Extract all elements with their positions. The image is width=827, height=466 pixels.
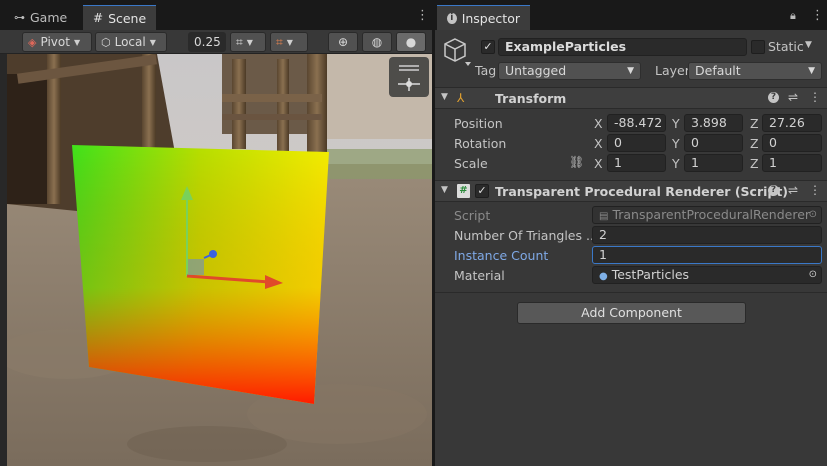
add-component-button[interactable]: Add Component <box>517 302 746 324</box>
chevron-down-icon: ▼ <box>286 37 293 47</box>
script-component-header[interactable]: ▼ # ✓ Transparent Procedural Renderer (S… <box>435 180 827 202</box>
more-menu-icon[interactable]: ⋮ <box>416 8 429 23</box>
axis-z-label[interactable]: Z <box>750 116 759 131</box>
rotation-x-field[interactable]: 0 <box>607 134 666 152</box>
lock-icon[interactable]: 🔒︎ <box>790 9 796 23</box>
presets-icon[interactable]: ⇌ <box>788 90 798 104</box>
inspector-panel: i Inspector 🔒︎ ⋮ ✓ ExampleParticles Stat… <box>435 0 827 466</box>
gameobject-icon <box>443 36 471 68</box>
increment-snap-icon: ⌗ <box>276 34 283 49</box>
divider <box>435 292 827 293</box>
scale-y-field[interactable]: 1 <box>684 154 743 172</box>
grid-snap-button[interactable]: ⌗ ▼ <box>230 32 266 52</box>
scene-tab-bar: ⊶ Game # Scene ⋮ <box>0 0 432 30</box>
tag-label: Tag <box>475 63 497 78</box>
shaded-wire-button[interactable]: ◍ <box>362 32 392 52</box>
scale-label: Scale <box>454 156 488 171</box>
tab-inspector[interactable]: i Inspector <box>437 5 530 30</box>
chevron-down-icon: ▼ <box>246 37 253 47</box>
tag-dropdown[interactable]: Untagged ▼ <box>498 62 641 80</box>
position-x-field[interactable]: -88.472 <box>607 114 666 132</box>
instance-count-field[interactable]: 1 <box>592 246 822 264</box>
chevron-down-icon: ▼ <box>73 37 81 47</box>
rotation-y-field[interactable]: 0 <box>684 134 743 152</box>
tab-scene[interactable]: # Scene <box>83 5 157 30</box>
position-z-field[interactable]: 27.26 <box>762 114 822 132</box>
link-icon[interactable]: ⛓︎ <box>569 155 584 169</box>
position-y-field[interactable]: 3.898 <box>684 114 743 132</box>
script-file-icon: ▤ <box>599 211 609 222</box>
info-icon: i <box>447 12 457 24</box>
scene-render <box>7 54 432 466</box>
script-label: Script <box>454 208 491 223</box>
transform-header[interactable]: ▼ ⅄ Transform ? ⇌ ⋮ <box>435 87 827 109</box>
shaded-sphere-icon: ● <box>405 35 417 49</box>
axis-x-label[interactable]: X <box>594 156 603 171</box>
more-menu-icon[interactable]: ⋮ <box>809 90 821 104</box>
snap-value-field[interactable]: 0.25 <box>188 32 226 52</box>
shaded-button[interactable]: ● <box>396 32 426 52</box>
presets-icon[interactable]: ⇌ <box>788 183 798 197</box>
wireframe-button[interactable]: ⊕ <box>328 32 358 52</box>
scale-x-field[interactable]: 1 <box>607 154 666 172</box>
scale-z-field[interactable]: 1 <box>762 154 822 172</box>
active-checkbox[interactable]: ✓ <box>481 40 495 54</box>
chevron-down-icon: ▼ <box>149 37 156 47</box>
script-icon: # <box>457 184 470 198</box>
increment-snap-button[interactable]: ⌗ ▼ <box>270 32 308 52</box>
grid-icon: # <box>93 11 104 25</box>
more-menu-icon[interactable]: ⋮ <box>811 8 824 23</box>
grid-snap-icon: ⌗ <box>236 34 243 49</box>
position-label: Position <box>454 116 503 131</box>
scene-viewport[interactable] <box>7 54 432 466</box>
inspector-tab-bar: i Inspector 🔒︎ ⋮ <box>435 0 827 30</box>
axis-x-label[interactable]: X <box>594 136 603 151</box>
material-label: Material <box>454 268 505 283</box>
panel-splitter[interactable] <box>432 0 435 466</box>
pivot-icon: ◈ <box>28 35 37 49</box>
material-field[interactable]: ● TestParticles ⊙ <box>592 266 822 284</box>
foldout-arrow-icon[interactable]: ▼ <box>441 92 448 102</box>
axis-y-label[interactable]: Y <box>672 156 680 171</box>
pivot-dropdown[interactable]: ◈ Pivot ▼ <box>22 32 92 52</box>
material-sphere-icon: ● <box>599 271 608 282</box>
triangles-label: Number Of Triangles ... <box>454 228 598 243</box>
triangles-field[interactable]: 2 <box>592 226 822 244</box>
axis-z-label[interactable]: Z <box>750 156 759 171</box>
local-dropdown[interactable]: ⬡ Local ▼ <box>95 32 167 52</box>
transform-icon: ⅄ <box>457 91 465 105</box>
foldout-arrow-icon[interactable]: ▼ <box>441 185 448 195</box>
rotation-z-field[interactable]: 0 <box>762 134 822 152</box>
axis-x-label[interactable]: X <box>594 116 603 131</box>
axis-z-label[interactable]: Z <box>750 136 759 151</box>
layer-dropdown[interactable]: Default ▼ <box>688 62 822 80</box>
scene-panel: ⊶ Game # Scene ⋮ ◈ Pivot ▼ ⬡ Local ▼ 0.2… <box>0 0 432 466</box>
static-checkbox[interactable] <box>751 40 765 54</box>
static-label: Static <box>768 39 804 54</box>
object-picker-icon[interactable]: ⊙ <box>809 267 817 283</box>
help-icon[interactable]: ? <box>768 92 779 103</box>
rotation-label: Rotation <box>454 136 507 151</box>
help-icon[interactable]: ? <box>768 185 779 196</box>
more-menu-icon[interactable]: ⋮ <box>809 183 821 197</box>
instance-count-label: Instance Count <box>454 248 549 263</box>
cube-icon: ⬡ <box>101 35 111 49</box>
chevron-down-icon[interactable]: ▼ <box>805 40 812 50</box>
tab-game[interactable]: ⊶ Game <box>4 5 77 30</box>
view-orientation-widget[interactable] <box>389 57 429 97</box>
axis-y-label[interactable]: Y <box>672 116 680 131</box>
gamepad-icon: ⊶ <box>14 11 25 24</box>
shaded-wire-sphere-icon: ◍ <box>371 35 383 49</box>
object-picker-icon: ⊙ <box>808 209 817 220</box>
wireframe-sphere-icon: ⊕ <box>337 35 349 49</box>
scene-toolbar: ◈ Pivot ▼ ⬡ Local ▼ 0.25 ⌗ ▼ ⌗ ▼ ⊕ ◍ ● <box>0 30 432 54</box>
chevron-down-icon: ▼ <box>627 66 634 76</box>
component-enabled-checkbox[interactable]: ✓ <box>475 184 489 198</box>
object-name-field[interactable]: ExampleParticles <box>498 38 747 56</box>
script-field: ▤ TransparentProceduralRenderer ⊙ <box>592 206 822 224</box>
layer-label: Layer <box>655 63 690 78</box>
chevron-down-icon: ▼ <box>808 66 815 76</box>
axis-y-label[interactable]: Y <box>672 136 680 151</box>
